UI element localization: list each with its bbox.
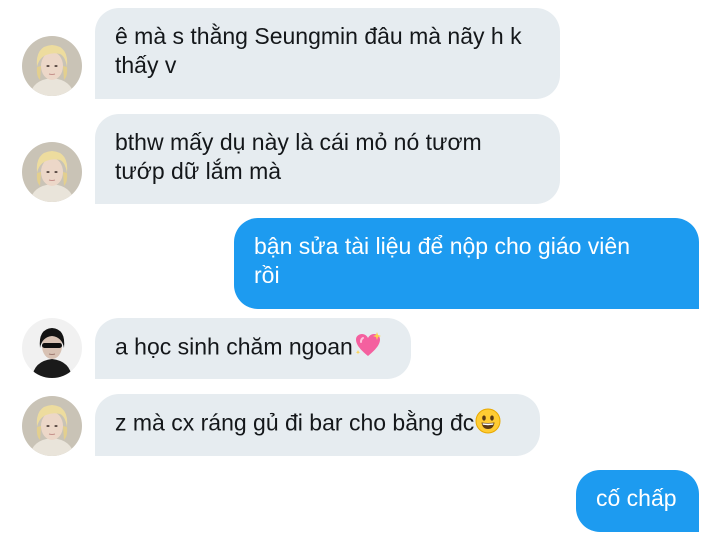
outgoing-message-bubble[interactable]: cố chấp [576, 470, 699, 532]
message-text-line: bthw mấy dụ này là cái mỏ nó tươm [115, 129, 482, 155]
message-text: cố chấp [596, 485, 677, 511]
blonde-avatar[interactable] [22, 396, 82, 456]
message-text-line: ê mà s thằng Seungmin đâu mà nãy h k [115, 23, 522, 49]
incoming-message-bubble[interactable]: z mà cx ráng gủ đi bar cho bằng đc [95, 394, 540, 456]
message-text-line: thấy v [115, 52, 177, 78]
sparkling-heart-icon [354, 332, 382, 365]
dark-hair-sunglasses-avatar[interactable] [22, 318, 82, 378]
message-text-line: rồi [254, 262, 280, 288]
grinning-face-icon [475, 408, 501, 441]
outgoing-message-bubble[interactable]: bận sửa tài liệu để nộp cho giáo viên rồ… [234, 218, 699, 309]
blonde-avatar[interactable] [22, 36, 82, 96]
message-text: a học sinh chăm ngoan [115, 333, 353, 360]
message-text-line: tướp dữ lắm mà [115, 158, 282, 184]
message-text-line: bận sửa tài liệu để nộp cho giáo viên [254, 233, 630, 259]
blonde-avatar[interactable] [22, 142, 82, 202]
incoming-message-bubble[interactable]: ê mà s thằng Seungmin đâu mà nãy h k thấ… [95, 8, 560, 99]
message-text: z mà cx ráng gủ đi bar cho bằng đc [115, 409, 475, 436]
incoming-message-bubble[interactable]: a học sinh chăm ngoan [95, 318, 411, 379]
incoming-message-bubble[interactable]: bthw mấy dụ này là cái mỏ nó tươm tướp d… [95, 114, 560, 204]
